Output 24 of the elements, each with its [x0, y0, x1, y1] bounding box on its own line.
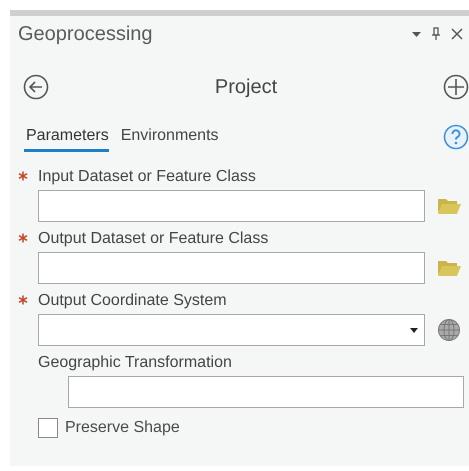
dropdown-icon[interactable] — [412, 32, 421, 36]
folder-icon[interactable] — [437, 259, 461, 277]
checkbox-label: Preserve Shape — [65, 419, 180, 437]
tool-title: Project — [214, 76, 278, 98]
add-icon[interactable] — [443, 74, 469, 100]
globe-icon[interactable] — [437, 318, 461, 342]
tab[interactable]: Parameters — [24, 122, 109, 152]
input-field[interactable] — [38, 190, 425, 222]
coordinate-dropdown[interactable] — [38, 314, 425, 346]
pin-icon[interactable] — [431, 27, 441, 41]
parameter-label: Geographic Transformation — [38, 354, 232, 372]
checkbox[interactable] — [38, 418, 58, 438]
parameter-label: Output Coordinate System — [38, 292, 227, 310]
caret-icon — [410, 328, 418, 332]
parameter-label: Input Dataset or Feature Class — [38, 168, 256, 186]
input-field[interactable] — [38, 252, 425, 284]
input-field[interactable] — [68, 376, 464, 408]
tab[interactable]: Environments — [118, 122, 219, 152]
parameter-label: Output Dataset or Feature Class — [38, 230, 268, 248]
back-icon[interactable] — [23, 74, 49, 100]
folder-icon[interactable] — [437, 197, 461, 215]
pane-title: Geoprocessing — [18, 22, 154, 46]
help-icon[interactable] — [443, 124, 469, 150]
close-icon[interactable] — [451, 28, 463, 40]
